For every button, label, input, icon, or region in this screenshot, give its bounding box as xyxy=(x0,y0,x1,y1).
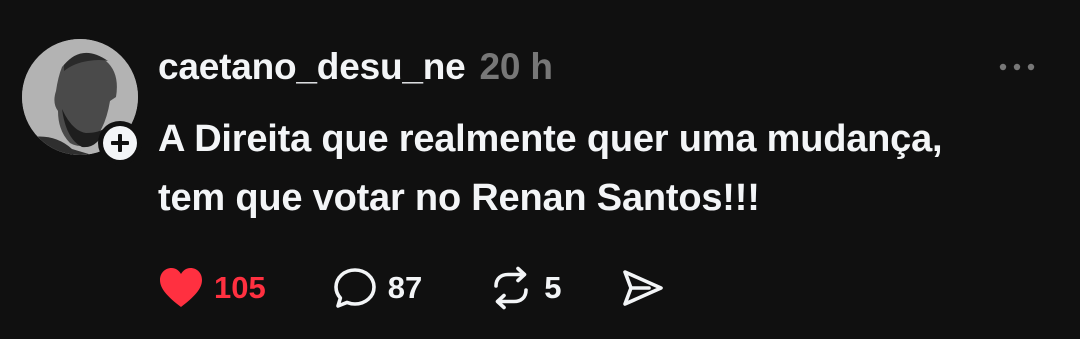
heart-filled-icon xyxy=(160,268,202,307)
post-timestamp[interactable]: 20 h xyxy=(480,46,553,88)
like-button[interactable]: 105 xyxy=(158,264,266,312)
repost-button[interactable]: 5 xyxy=(488,264,561,312)
reply-button[interactable]: 87 xyxy=(332,264,422,312)
post-text: A Direita que realmente quer uma mudança… xyxy=(158,110,1058,228)
repost-arrows-icon xyxy=(494,266,529,310)
follow-button[interactable] xyxy=(98,121,142,165)
comment-bubble-icon xyxy=(333,268,376,308)
more-options-button[interactable] xyxy=(995,52,1039,82)
repost-count: 5 xyxy=(544,270,562,305)
post-header: caetano_desu_ne 20 h xyxy=(158,46,553,92)
post-text-line: A Direita que realmente quer uma mudança… xyxy=(158,118,943,160)
send-icon xyxy=(623,270,664,306)
post-text-line: tem que votar no Renan Santos!!! xyxy=(158,177,760,219)
share-button[interactable] xyxy=(619,264,665,312)
like-count: 105 xyxy=(214,270,266,305)
plus-icon xyxy=(111,134,129,152)
more-horizontal-icon xyxy=(999,63,1035,71)
thread-post: caetano_desu_ne 20 h A Direita que realm… xyxy=(0,0,1080,339)
username-link[interactable]: caetano_desu_ne xyxy=(158,46,466,88)
author-avatar-container xyxy=(22,39,142,165)
reply-count: 87 xyxy=(387,270,423,305)
post-actions: 105 87 5 xyxy=(158,264,665,312)
